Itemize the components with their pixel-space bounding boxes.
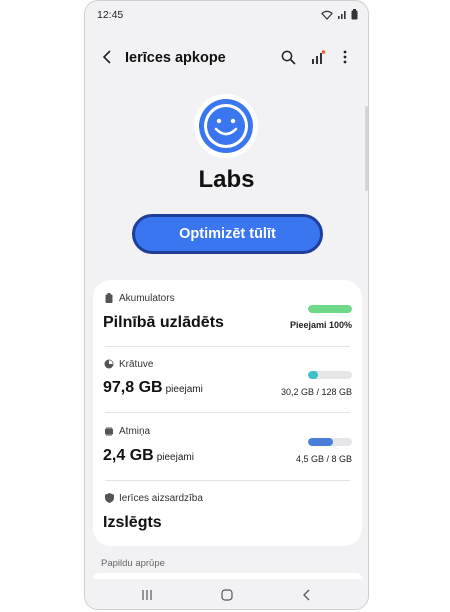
home-button[interactable] xyxy=(217,586,237,604)
optimize-now-button[interactable]: Optimizēt tūlīt xyxy=(132,214,323,254)
memory-bar xyxy=(308,438,352,446)
battery-note: Pieejami 100% xyxy=(289,320,352,330)
smiley-face-icon xyxy=(194,94,258,158)
storage-value: 97,8 GB pieejami xyxy=(103,379,203,397)
battery-bar-fill xyxy=(308,305,352,313)
signal-icon xyxy=(338,10,346,19)
more-options-button[interactable] xyxy=(337,47,353,67)
memory-row[interactable]: Atmiņa 2,4 GB pieejami 4,5 GB / 8 GB xyxy=(93,413,362,480)
storage-note: 30,2 GB / 128 GB xyxy=(280,387,352,397)
device-protection-value: Izslēgts xyxy=(103,514,162,531)
home-icon xyxy=(221,589,233,601)
memory-note: 4,5 GB / 8 GB xyxy=(295,454,352,464)
storage-pie-icon xyxy=(104,359,114,369)
status-bar: 12:45 xyxy=(85,1,368,29)
memory-value: 2,4 GB pieejami xyxy=(103,447,194,465)
device-protection-label: Ierīces aizsardzība xyxy=(119,493,203,504)
battery-icon xyxy=(104,293,114,303)
search-button[interactable] xyxy=(278,47,298,67)
navigation-bar xyxy=(85,579,368,609)
bar-chart-icon xyxy=(311,49,325,64)
back-nav-button[interactable] xyxy=(297,586,317,604)
battery-row[interactable]: Akumulators Pilnībā uzlādēts Pieejami 10… xyxy=(93,280,362,346)
phone-screen: 12:45 Ierīces apkope Labs Optimizēt tūlī… xyxy=(84,0,369,610)
battery-status-icon xyxy=(351,9,358,20)
recent-apps-icon xyxy=(142,590,152,600)
battery-bar xyxy=(308,305,352,313)
chevron-left-icon xyxy=(102,50,111,64)
back-button[interactable] xyxy=(97,47,117,67)
shield-icon xyxy=(104,493,114,503)
memory-chip-icon xyxy=(104,426,114,436)
search-icon xyxy=(281,50,296,65)
status-icons xyxy=(321,9,358,20)
device-care-card: Akumulators Pilnībā uzlādēts Pieejami 10… xyxy=(93,280,362,546)
status-time: 12:45 xyxy=(97,9,124,21)
storage-bar-fill xyxy=(308,371,319,379)
device-status-title: Labs xyxy=(198,166,255,193)
device-protection-row[interactable]: Ierīces aizsardzība Izslēgts xyxy=(93,481,362,546)
storage-label: Krātuve xyxy=(119,359,154,370)
storage-suffix: pieejami xyxy=(165,384,203,395)
battery-label: Akumulators xyxy=(119,293,175,304)
memory-amount: 2,4 GB xyxy=(103,447,154,464)
memory-suffix: pieejami xyxy=(156,452,194,463)
storage-amount: 97,8 GB xyxy=(103,379,163,396)
additional-care-title: Papildu aprūpe xyxy=(101,558,165,569)
recent-apps-button[interactable] xyxy=(137,586,157,604)
memory-bar-fill xyxy=(308,438,333,446)
back-arrow-icon xyxy=(303,589,310,601)
wifi-icon xyxy=(321,10,333,20)
page-title: Ierīces apkope xyxy=(125,50,226,66)
app-bar: Ierīces apkope xyxy=(85,41,368,73)
battery-value: Pilnībā uzlādēts xyxy=(103,314,224,331)
statistics-button[interactable] xyxy=(308,47,328,67)
storage-bar xyxy=(308,371,352,379)
storage-row[interactable]: Krātuve 97,8 GB pieejami 30,2 GB / 128 GB xyxy=(93,347,362,412)
more-vertical-icon xyxy=(343,50,347,64)
memory-label: Atmiņa xyxy=(119,426,151,437)
